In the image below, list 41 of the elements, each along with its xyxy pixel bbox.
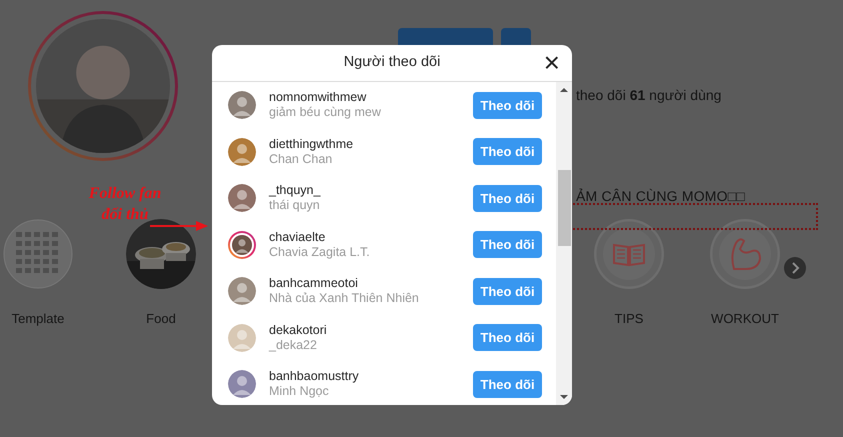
- follow-button[interactable]: Theo dõi: [473, 370, 542, 398]
- close-button[interactable]: ×: [540, 49, 564, 77]
- avatar[interactable]: [228, 184, 256, 212]
- template-grid-icon[interactable]: [3, 219, 73, 289]
- follow-button[interactable]: Theo dõi: [473, 92, 542, 119]
- full-name-text: Nhà của Xanh Thiên Nhiên: [269, 291, 420, 306]
- username-text[interactable]: dekakotori: [269, 322, 473, 338]
- full-name-text: Chavia Zagita L.T.: [269, 244, 371, 260]
- avatar[interactable]: [228, 138, 256, 166]
- scrollbar[interactable]: [556, 82, 572, 405]
- full-name-text: giảm béu cùng mew: [269, 105, 382, 120]
- highlight-label[interactable]: Template: [12, 309, 64, 328]
- bio-title: ẢM CÂN CÙNG MOMO□□: [576, 187, 746, 206]
- dialog-title: Người theo dõi: [344, 53, 440, 72]
- highlight-label[interactable]: TIPS: [614, 309, 644, 328]
- highlight-label[interactable]: WORKOUT: [711, 309, 779, 328]
- follow-button[interactable]: Theo dõi: [473, 278, 542, 305]
- username-text[interactable]: banhcammeotoi: [269, 276, 473, 292]
- avatar[interactable]: [228, 277, 256, 306]
- follow-button[interactable]: Theo dõi: [473, 184, 542, 212]
- next-button-icon[interactable]: [783, 256, 807, 280]
- follow-button[interactable]: Theo dõi: [473, 324, 542, 352]
- avatar[interactable]: [228, 370, 256, 398]
- full-name-text: thái quyn: [269, 198, 321, 214]
- avatar[interactable]: [228, 230, 256, 259]
- scrollbar-thumb[interactable]: [558, 170, 570, 246]
- follow-button[interactable]: Theo dõi: [473, 231, 542, 258]
- annotation-text: Follow fan đối thủ: [88, 184, 162, 225]
- annotation-arrow: [150, 220, 208, 232]
- follow-button[interactable]: Theo dõi: [473, 138, 542, 166]
- avatar[interactable]: [228, 91, 256, 120]
- username-text[interactable]: chaviaelte: [269, 230, 473, 245]
- username-text[interactable]: nomnomwithmew: [269, 90, 473, 106]
- following-count-text: theo dõi 61 người dùng: [576, 86, 722, 105]
- username-text[interactable]: _thquyn_: [269, 183, 473, 198]
- username-text[interactable]: banhbaomusttry: [269, 369, 473, 384]
- full-name-text: Minh Ngọc: [269, 384, 330, 400]
- highlight-label[interactable]: Food: [146, 309, 176, 328]
- username-text[interactable]: dietthingwthme: [269, 136, 473, 152]
- full-name-text: _deka22: [269, 338, 318, 353]
- full-name-text: Chan Chan: [269, 152, 334, 167]
